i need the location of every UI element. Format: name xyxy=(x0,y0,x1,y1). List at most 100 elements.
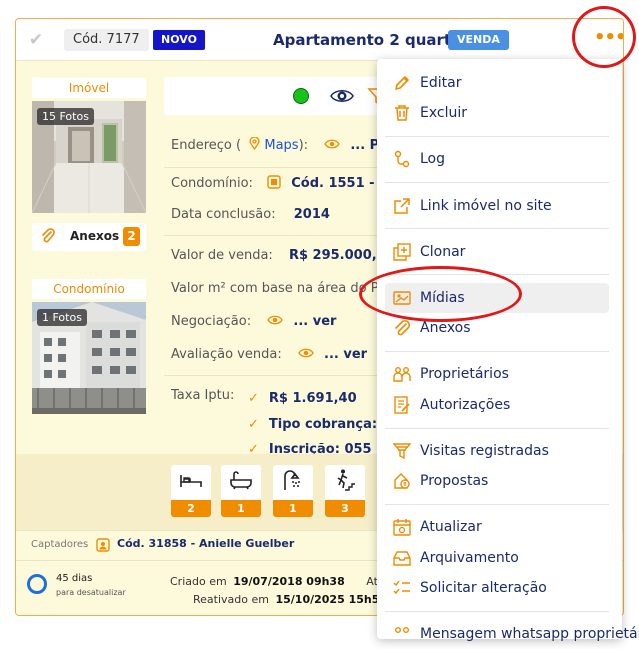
completion-date-row: Data conclusão: 2014 xyxy=(171,207,330,222)
iptu-value: R$ 1.691,40 xyxy=(268,391,357,406)
menu-item-clonar[interactable]: Clonar xyxy=(385,237,609,267)
amenity-stairs: 3 xyxy=(325,465,365,517)
divider xyxy=(164,235,394,236)
menu-item-link-imovel[interactable]: Link imóvel no site xyxy=(385,191,609,221)
menu-item-label: Solicitar alteração xyxy=(420,580,547,596)
new-badge: NOVO xyxy=(153,30,205,50)
property-photo-label: Imóvel xyxy=(32,78,146,98)
condominium-label: Condomínio: xyxy=(171,176,253,191)
menu-item-label: Clonar xyxy=(420,244,466,260)
menu-item-arquivamento[interactable]: Arquivamento xyxy=(385,543,609,573)
menu-divider xyxy=(385,182,609,183)
menu-item-label: Atualizar xyxy=(420,519,482,535)
menu-item-whatsapp[interactable]: Mensagem whatsapp proprietário xyxy=(385,619,639,649)
calendar-icon xyxy=(393,519,411,536)
options-dropdown-menu: Editar Excluir Log Link imóvel no site C… xyxy=(377,59,639,642)
log-icon xyxy=(394,150,410,168)
divider xyxy=(164,375,394,376)
menu-item-atualizar[interactable]: Atualizar xyxy=(385,512,609,542)
whatsapp-icon xyxy=(395,627,409,633)
menu-item-propostas[interactable]: Propostas xyxy=(385,466,609,496)
sale-badge: VENDA xyxy=(448,30,509,50)
condominium-photo-label: Condomínio xyxy=(32,279,146,299)
check-icon: ✓ xyxy=(248,417,259,432)
menu-item-excluir[interactable]: Excluir xyxy=(385,98,609,128)
menu-item-label: Link imóvel no site xyxy=(420,198,552,214)
menu-item-log[interactable]: Log xyxy=(385,144,609,174)
appraisal-value[interactable]: ... ver xyxy=(324,347,367,362)
menu-item-editar[interactable]: Editar xyxy=(385,68,609,98)
select-checkbox[interactable]: ✔ xyxy=(24,28,48,52)
update-status-ring xyxy=(27,574,47,594)
price-per-m2-label: Valor m² com base na área do P xyxy=(171,281,379,296)
amenity-count: 2 xyxy=(171,500,211,517)
menu-divider xyxy=(385,351,609,352)
archive-icon xyxy=(393,551,411,566)
eye-icon[interactable] xyxy=(267,314,284,326)
bed-icon xyxy=(180,475,202,487)
divider xyxy=(164,167,394,168)
proposal-icon xyxy=(394,473,410,489)
attachments-label: Anexos xyxy=(70,229,120,243)
highlight-ring-midias xyxy=(359,266,522,322)
sale-price-label: Valor de venda: xyxy=(171,248,273,263)
sale-price-row: Valor de venda: R$ 295.000,00 xyxy=(171,248,395,263)
menu-item-label: Arquivamento xyxy=(420,550,519,566)
menu-item-proprietarios[interactable]: Proprietários xyxy=(385,359,609,389)
eye-icon[interactable] xyxy=(330,84,354,108)
owners-icon xyxy=(393,367,411,382)
clone-icon xyxy=(393,243,411,261)
authorization-icon xyxy=(394,396,410,414)
photo-count-badge: 15 Fotos xyxy=(37,108,94,125)
menu-item-label: Anexos xyxy=(420,320,471,336)
iptu-row: Taxa Iptu: xyxy=(171,388,234,403)
amenity-bedrooms: 2 xyxy=(171,465,211,517)
eye-icon[interactable] xyxy=(298,347,314,359)
eye-icon[interactable] xyxy=(324,138,340,150)
attachments-button[interactable]: Anexos 2 xyxy=(32,223,146,251)
menu-divider xyxy=(385,228,609,229)
completion-date-value: 2014 xyxy=(293,207,330,222)
condominium-photo[interactable]: 1 Fotos xyxy=(32,302,146,414)
paperclip-icon xyxy=(395,319,411,336)
captadores-label: Captadores xyxy=(31,539,89,550)
attachments-count: 2 xyxy=(123,227,140,246)
menu-item-label: Log xyxy=(420,151,446,167)
negotiation-value[interactable]: ... ver xyxy=(293,314,336,329)
condominium-row: Condomínio: Cód. 1551 - Ed xyxy=(171,175,397,191)
captadores-value[interactable]: Cód. 31858 - Anielle Guelber xyxy=(117,537,294,550)
menu-item-visitas[interactable]: Visitas registradas xyxy=(385,436,609,466)
condominium-photo-block: Condomínio 1 Fotos xyxy=(32,279,146,414)
maps-link[interactable]: Maps xyxy=(264,138,298,153)
address-row: Endereço ( Maps): ... Pa xyxy=(171,136,388,153)
photo-count-badge: 1 Fotos xyxy=(37,309,87,326)
iptu-value-row: ✓ R$ 1.691,40 xyxy=(248,391,357,406)
completion-date-label: Data conclusão: xyxy=(171,207,276,222)
funnel-icon xyxy=(393,443,411,460)
shower-icon xyxy=(284,470,300,490)
created-value: 19/07/2018 09h38 xyxy=(233,575,345,588)
stairs-icon xyxy=(337,469,355,491)
property-code-badge: Cód. 7177 xyxy=(64,29,149,51)
card-header: ✔ Cód. 7177 NOVO Apartamento 2 quartos V… xyxy=(16,19,623,61)
reactivated-value: 15/10/2025 15h55 xyxy=(275,593,388,606)
days-to-outdated-caption: para desatualizar xyxy=(56,588,126,597)
appraisal-row: Avaliação venda: ... ver xyxy=(171,347,367,362)
negotiation-row: Negociação: ... ver xyxy=(171,314,336,329)
menu-item-label: Propostas xyxy=(420,473,489,489)
menu-divider xyxy=(385,504,609,505)
request-change-icon xyxy=(393,580,410,595)
days-to-outdated: 45 dias xyxy=(56,573,93,584)
billing-type-label: Tipo cobrança: xyxy=(268,417,378,432)
property-photo[interactable]: 15 Fotos xyxy=(32,101,146,213)
menu-item-label: Autorizações xyxy=(420,397,511,413)
property-title[interactable]: Apartamento 2 quartos xyxy=(273,30,470,50)
created-row: Criado em 19/07/2018 09h38 Ativ xyxy=(170,575,387,588)
reactivated-label: Reativado em xyxy=(193,593,269,606)
paperclip-icon xyxy=(41,228,55,248)
billing-type-row: ✓ Tipo cobrança: xyxy=(248,417,377,432)
menu-item-autorizacoes[interactable]: Autorizações xyxy=(385,390,609,420)
status-green-dot xyxy=(293,88,309,104)
menu-divider xyxy=(385,136,609,137)
menu-item-solicitar-alteracao[interactable]: Solicitar alteração xyxy=(385,573,609,603)
